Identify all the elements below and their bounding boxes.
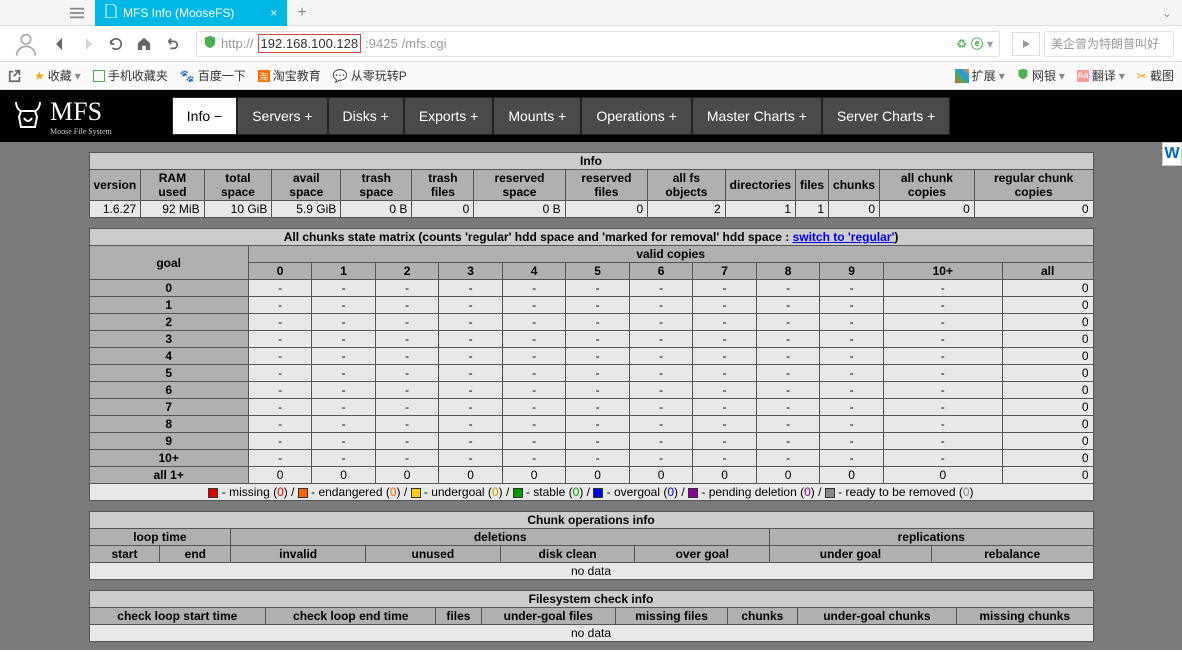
- w-badge[interactable]: W: [1162, 142, 1182, 166]
- nav-menu: Info −Servers +Disks +Exports +Mounts +O…: [172, 97, 951, 135]
- new-tab-button[interactable]: +: [287, 4, 316, 22]
- tab-title: MFS Info (MooseFS): [123, 6, 234, 20]
- info-title: Info: [89, 153, 1093, 170]
- screenshot-button[interactable]: ✂截图: [1137, 67, 1174, 84]
- undo-button[interactable]: [160, 32, 184, 56]
- play-button[interactable]: [1012, 32, 1040, 56]
- share-button[interactable]: [8, 69, 22, 83]
- nav-mounts[interactable]: Mounts +: [493, 97, 581, 135]
- chunkops-table: Chunk operations info loop timedeletions…: [89, 511, 1094, 580]
- matrix-title: All chunks state matrix (counts 'regular…: [89, 229, 1093, 246]
- nav-server[interactable]: Server Charts +: [822, 97, 950, 135]
- url-port: :9425: [365, 36, 398, 51]
- translate-button[interactable]: Aа翻译 ▾: [1077, 67, 1125, 84]
- nav-servers[interactable]: Servers +: [237, 97, 327, 135]
- home-button[interactable]: [132, 32, 156, 56]
- back-button[interactable]: [48, 32, 72, 56]
- info-table: Info versionRAM usedtotal spaceavail spa…: [89, 152, 1094, 218]
- fscheck-table: Filesystem check info check loop start t…: [89, 590, 1094, 642]
- dropdown-icon[interactable]: ▾: [987, 37, 993, 51]
- nav-master[interactable]: Master Charts +: [692, 97, 822, 135]
- nav-disks[interactable]: Disks +: [328, 97, 404, 135]
- mfs-logo: MFSMoose File System: [10, 97, 112, 136]
- bookmark-fav[interactable]: ★收藏 ▾: [34, 67, 81, 84]
- bookmark-bar: ★收藏 ▾ 手机收藏夹 🐾百度一下 淘淘宝教育 💬从零玩转P 扩展 ▾ 网银 ▾…: [0, 62, 1182, 90]
- moose-icon: [10, 98, 46, 134]
- matrix-table: All chunks state matrix (counts 'regular…: [89, 228, 1094, 501]
- url-scheme: http://: [221, 36, 254, 51]
- bank-button[interactable]: 网银 ▾: [1017, 67, 1065, 84]
- bookmark-learn[interactable]: 💬从零玩转P: [333, 67, 407, 84]
- page-content: MFSMoose File System Info −Servers +Disk…: [0, 90, 1182, 650]
- url-host: 192.168.100.128: [258, 34, 362, 53]
- recycle-icon[interactable]: ♻: [956, 37, 967, 51]
- nav-exports[interactable]: Exports +: [404, 97, 494, 135]
- forward-button[interactable]: [76, 32, 100, 56]
- close-icon[interactable]: ×: [270, 6, 277, 20]
- mfs-header: MFSMoose File System Info −Servers +Disk…: [0, 90, 1182, 142]
- ext-button[interactable]: 扩展 ▾: [955, 67, 1005, 84]
- browser-tab-bar: MFS Info (MooseFS) × + ⌄: [0, 0, 1182, 26]
- url-path: /mfs.cgi: [402, 36, 447, 51]
- chevron-down-icon[interactable]: ⌄: [1152, 6, 1182, 20]
- search-placeholder: 美企曾为特朗普叫好: [1051, 35, 1159, 52]
- refresh-button[interactable]: [104, 32, 128, 56]
- legend: - missing (0) / - endangered (0) / - und…: [89, 484, 1093, 501]
- bookmark-mobile[interactable]: 手机收藏夹: [93, 67, 168, 84]
- nav-info[interactable]: Info −: [172, 97, 237, 135]
- search-box[interactable]: 美企曾为特朗普叫好: [1044, 31, 1174, 57]
- nav-operations[interactable]: Operations +: [581, 97, 692, 135]
- bookmark-taobao[interactable]: 淘淘宝教育: [258, 67, 321, 84]
- shield-icon: [203, 35, 217, 52]
- bookmark-baidu[interactable]: 🐾百度一下: [180, 67, 246, 84]
- ie-icon[interactable]: ⓔ: [971, 35, 983, 52]
- menu-icon[interactable]: [70, 6, 84, 23]
- switch-regular-link[interactable]: switch to 'regular': [793, 230, 895, 244]
- url-box[interactable]: http://192.168.100.128:9425/mfs.cgi ♻ ⓔ …: [196, 31, 1000, 57]
- address-bar: http://192.168.100.128:9425/mfs.cgi ♻ ⓔ …: [0, 26, 1182, 62]
- avatar-icon[interactable]: [8, 26, 44, 62]
- browser-tab-active[interactable]: MFS Info (MooseFS) ×: [95, 0, 287, 26]
- page-icon: [105, 4, 117, 21]
